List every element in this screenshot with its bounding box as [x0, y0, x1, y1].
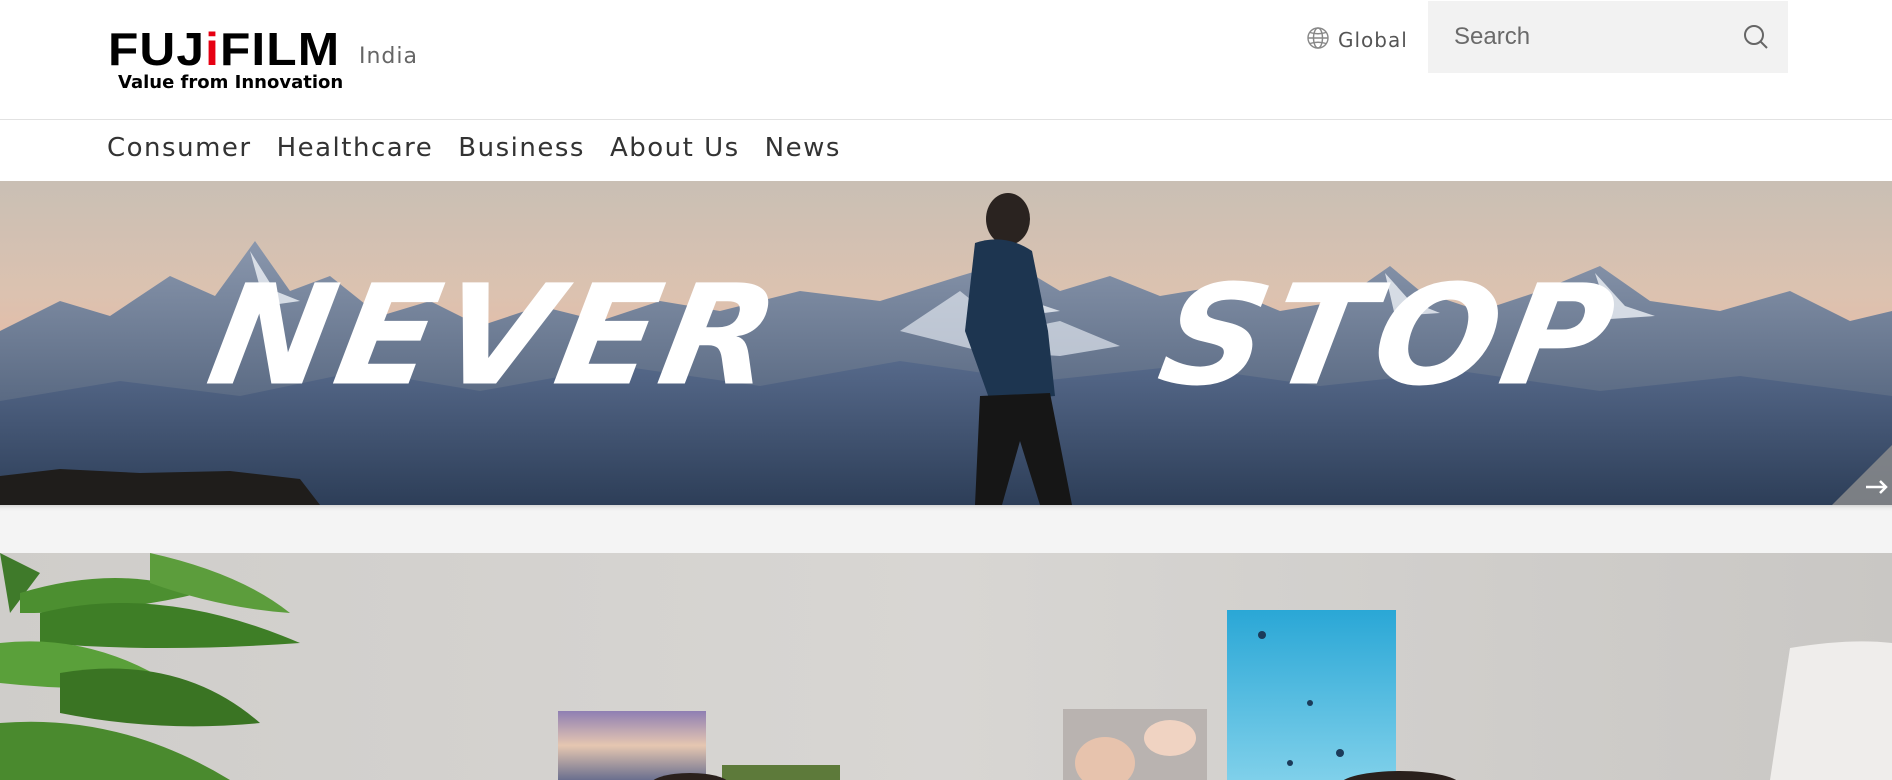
main-nav: Consumer Healthcare Business About Us Ne… [0, 121, 1892, 181]
logo-wordmark: FUJiFILM [108, 23, 341, 75]
search-box [1428, 1, 1788, 73]
nav-item-consumer[interactable]: Consumer [107, 133, 252, 163]
region-label: India [359, 44, 418, 69]
nav-item-about-us[interactable]: About Us [610, 133, 740, 163]
global-site-link[interactable]: Global [1306, 26, 1408, 54]
photo-wall-image [0, 553, 1892, 780]
globe-icon [1306, 26, 1330, 54]
nav-list: Consumer Healthcare Business About Us Ne… [107, 133, 841, 163]
nav-item-news[interactable]: News [765, 133, 841, 163]
nav-item-business[interactable]: Business [458, 133, 585, 163]
global-label: Global [1338, 28, 1408, 52]
fujifilm-logo[interactable]: FUJiFILM Value from Innovation [108, 24, 343, 96]
hero-banner[interactable]: NEVER STOP [0, 181, 1892, 505]
arrow-right-icon[interactable] [1832, 445, 1892, 505]
photo-wall-banner[interactable] [0, 553, 1892, 780]
hero-headline-never: NEVER [197, 255, 794, 417]
search-icon[interactable] [1740, 21, 1772, 53]
search-input[interactable] [1428, 1, 1728, 73]
site-header: FUJiFILM Value from Innovation India Glo… [0, 0, 1892, 120]
hero-headline-stop: STOP [1148, 255, 1630, 417]
section-divider [0, 505, 1892, 553]
logo-tagline: Value from Innovation [118, 72, 344, 93]
nav-item-healthcare[interactable]: Healthcare [277, 133, 434, 163]
